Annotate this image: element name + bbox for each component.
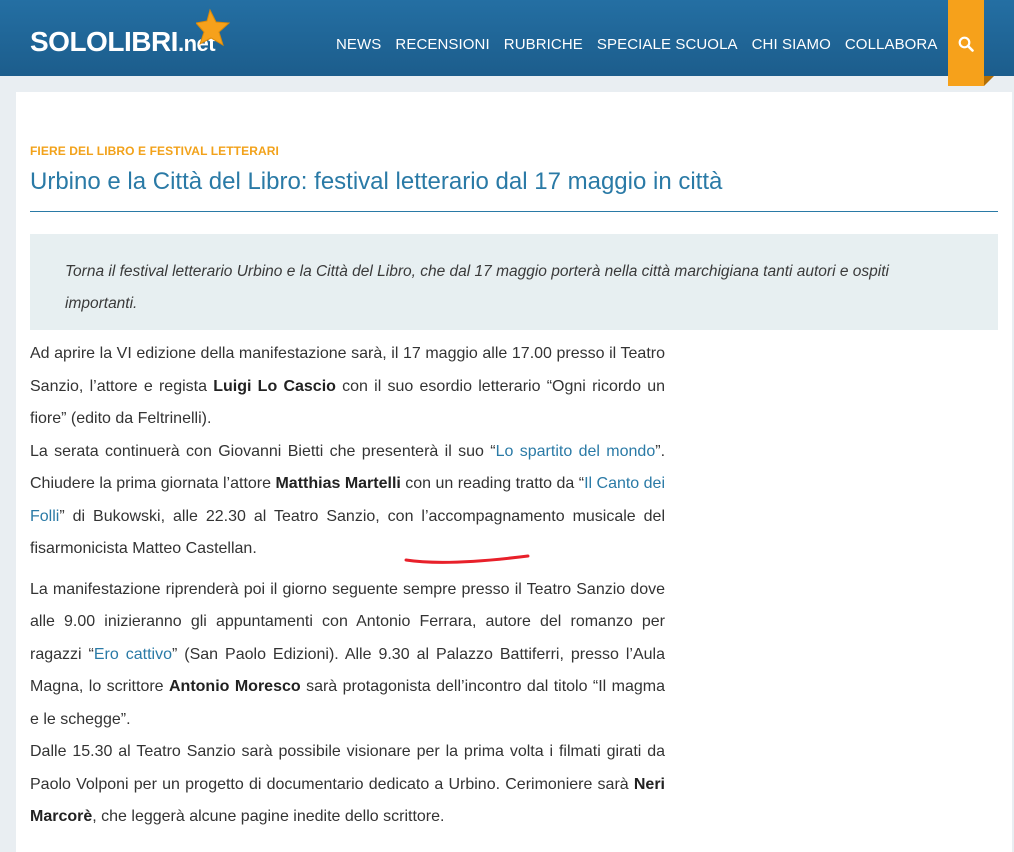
nav-news[interactable]: NEWS [336,36,381,56]
paragraph-4: Dalle 15.30 al Teatro Sanzio sarà possib… [30,736,665,834]
text: , che leggerà alcune pagine inedite dell… [92,808,445,825]
link-lo-spartito[interactable]: Lo spartito del mondo [496,443,656,460]
text: Dalle 15.30 al Teatro Sanzio sarà possib… [30,743,665,793]
nav-rubriche[interactable]: RUBRICHE [504,36,583,56]
paragraph-1: Ad aprire la VI edizione della manifesta… [30,338,665,436]
title-divider [30,211,998,212]
article-category[interactable]: FIERE DEL LIBRO E FESTIVAL LETTERARI [30,144,279,158]
text: ” di Bukowski, alle 22.30 al Teatro Sanz… [30,507,665,558]
nav-recensioni[interactable]: RECENSIONI [395,36,489,56]
red-underline-annotation [404,554,530,564]
link-ero-cattivo[interactable]: Ero cattivo [94,646,172,663]
bold-name: Luigi Lo Cascio [213,377,336,395]
site-logo[interactable]: SOLOLIBRI.net [30,26,216,58]
star-logo-icon [196,8,231,47]
text: La serata continuerà con Giovanni Bietti… [30,442,496,460]
main-nav: NEWS RECENSIONI RUBRICHE SPECIALE SCUOLA… [336,36,951,56]
site-header: SOLOLIBRI.net NEWS RECENSIONI RUBRICHE S… [0,0,1014,76]
article-body: Ad aprire la VI edizione della manifesta… [30,338,665,834]
nav-collabora[interactable]: COLLABORA [845,36,938,56]
search-button-fold [984,76,994,86]
article-lead: Torna il festival letterario Urbino e la… [65,263,889,312]
text: con un reading tratto da “ [400,475,585,492]
bold-name: Matthias Martelli [275,475,401,492]
search-icon [958,36,974,52]
nav-chi-siamo[interactable]: CHI SIAMO [752,36,831,56]
search-button[interactable] [948,0,984,86]
paragraph-3: La manifestazione riprenderà poi il gior… [30,574,665,737]
logo-main: SOLOLIBRI [30,26,178,57]
article-title: Urbino e la Città del Libro: festival le… [30,168,723,195]
article-lead-box: Torna il festival letterario Urbino e la… [30,234,998,330]
bold-name: Antonio Moresco [169,678,301,695]
nav-speciale-scuola[interactable]: SPECIALE SCUOLA [597,36,738,56]
paragraph-2: La serata continuerà con Giovanni Bietti… [30,436,665,566]
